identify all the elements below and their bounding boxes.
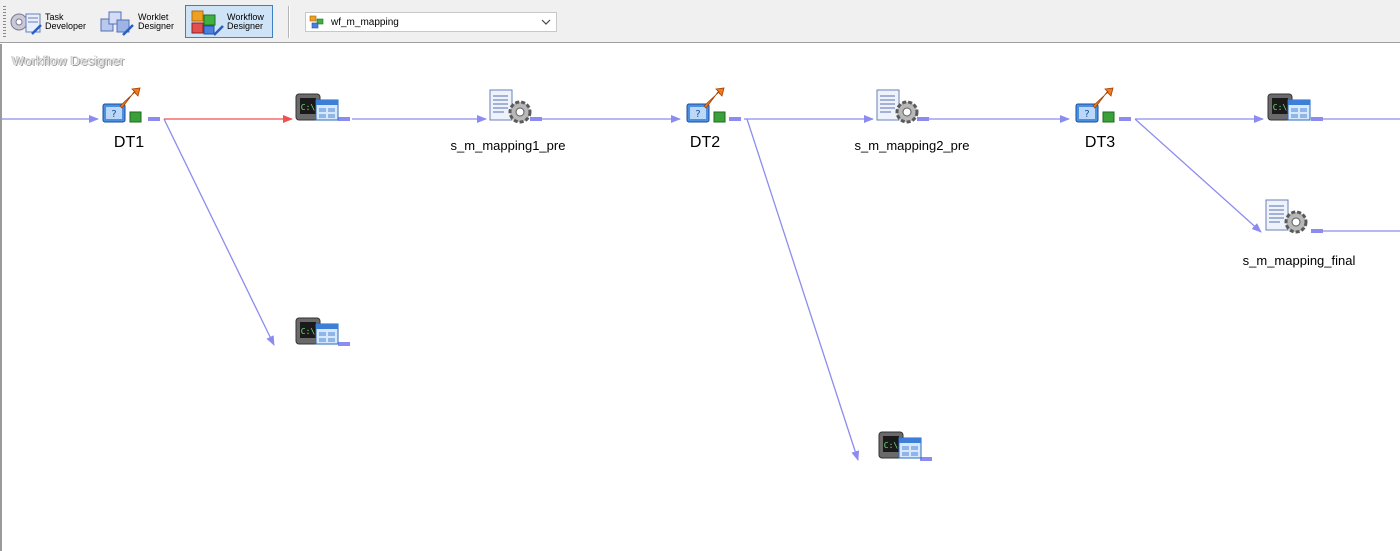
workflow-select-value: wf_m_mapping [331,16,399,28]
session-node-s1[interactable] [488,88,536,135]
worklet-designer-icon [100,11,134,36]
node-label-dt2: DT2 [689,134,721,151]
worklet-designer-label: Worklet Designer [138,11,175,31]
workflow-select[interactable]: wf_m_mapping [305,12,557,32]
session-node-s2[interactable] [875,88,923,135]
svg-text:?: ? [111,109,116,120]
command-node-2[interactable]: C:\ [294,314,340,359]
session-task-icon [489,89,532,124]
task-developer-icon [10,13,42,35]
svg-text:C:\: C:\ [301,103,316,112]
worklet-designer-button[interactable]: Worklet Designer [97,5,174,38]
command-node-1[interactable]: C:\ [294,90,340,135]
command-task-icon: C:\ [295,93,339,121]
command-node-4[interactable]: C:\ [1266,90,1312,135]
workflow-designer-button[interactable]: Workflow Designer [185,5,273,38]
link-dt3-s3[interactable] [1134,118,1262,233]
link-dt2-cmd3[interactable] [746,118,860,461]
node-label-s1: s_m_mapping1_pre [450,138,566,153]
decision-node-dt1[interactable]: ? [100,86,146,135]
decision-task-icon: ? [102,87,142,123]
command-task-icon: C:\ [295,317,339,345]
workflow-designer-label: Workflow Designer [227,11,264,31]
decision-node-dt3[interactable]: ? [1073,86,1119,135]
session-task-icon [1265,199,1308,234]
decision-task-icon: ? [686,87,726,123]
workflow-designer-icon [191,10,224,36]
decision-task-icon: ? [1075,87,1115,123]
svg-text:C:\: C:\ [1273,103,1288,112]
task-developer-button[interactable]: Task Developer [8,5,86,38]
session-node-s3[interactable] [1264,198,1312,245]
toolbar-grip[interactable] [3,6,6,38]
workflow-canvas[interactable]: Workflow Designer ? DT1 C:\ C:\ s_m_mapp… [0,44,1400,551]
node-label-s2: s_m_mapping2_pre [854,138,970,153]
toolbar-separator [288,6,290,38]
link-dt1-cmd2[interactable] [163,118,275,346]
svg-text:C:\: C:\ [884,441,899,450]
svg-text:C:\: C:\ [301,327,316,336]
workflow-icon [309,15,324,29]
chevron-down-icon[interactable] [541,18,551,26]
svg-text:?: ? [695,109,700,120]
toolbar: Task Developer Worklet Designer Workflow… [0,0,1400,43]
node-label-dt1: DT1 [113,134,145,151]
task-developer-label: Task Developer [45,11,87,31]
decision-node-dt2[interactable]: ? [684,86,730,135]
node-label-s3: s_m_mapping_final [1242,253,1356,268]
node-label-dt3: DT3 [1084,134,1116,151]
command-task-icon: C:\ [878,431,922,459]
command-task-icon: C:\ [1267,93,1311,121]
command-node-3[interactable]: C:\ [877,428,923,473]
session-task-icon [876,89,919,124]
svg-text:?: ? [1084,109,1089,120]
